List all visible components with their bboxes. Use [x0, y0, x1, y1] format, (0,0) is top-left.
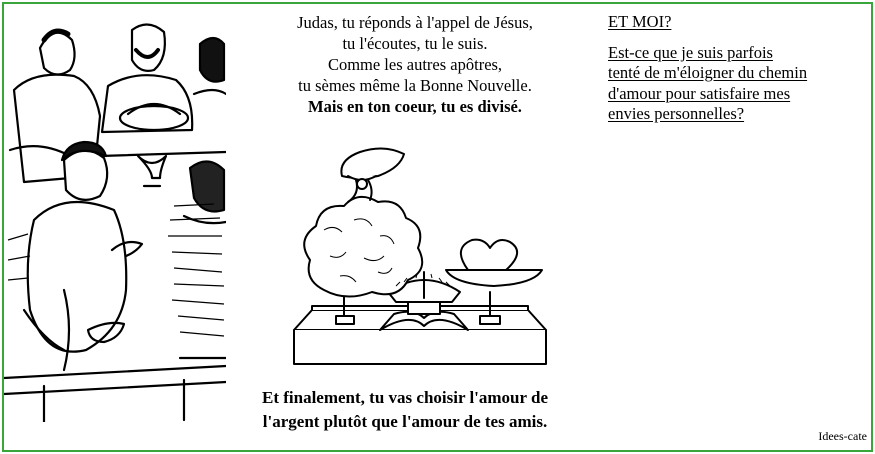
conclusion-line: l'argent plutôt que l'amour de tes amis. — [262, 412, 548, 431]
passage-emphasis: Mais en ton coeur, tu es divisé. — [308, 97, 522, 116]
reflection-block: ET MOI? Est-ce que je suis parfois tenté… — [608, 12, 868, 125]
reflection-question-line: tenté de m'éloigner du chemin — [608, 63, 808, 82]
card-frame: Judas, tu réponds à l'appel de Jésus, tu… — [2, 2, 873, 452]
reflection-question-line: d'amour pour satisfaire mes — [608, 83, 791, 103]
reflection-question-line: Est-ce que je suis parfois — [608, 42, 773, 62]
narrative-passage: Judas, tu réponds à l'appel de Jésus, tu… — [240, 12, 590, 117]
reflection-title: ET MOI? — [608, 12, 672, 31]
last-supper-illustration — [4, 23, 226, 422]
reflection-question-line: envies personnelles? — [608, 104, 745, 123]
passage-line: tu l'écoutes, tu le suis. — [342, 34, 488, 53]
conclusion-line: Et finalement, tu vas choisir l'amour de — [261, 388, 548, 407]
passage-line: Comme les autres apôtres, — [327, 55, 503, 74]
passage-line: tu sèmes même la Bonne Nouvelle. — [298, 76, 532, 95]
conclusion-text: Et finalement, tu vas choisir l'amour de… — [220, 386, 590, 434]
passage-line: Judas, tu réponds à l'appel de Jésus, — [297, 13, 533, 32]
credit-label: Idees-cate — [818, 429, 867, 443]
scale-money-heart-illustration — [293, 147, 547, 365]
